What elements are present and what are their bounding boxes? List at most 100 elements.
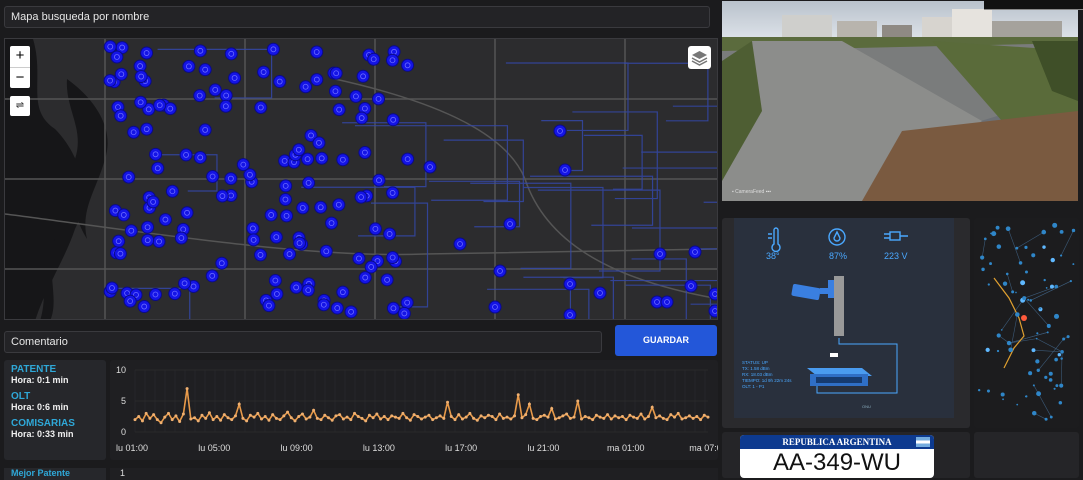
camera-location-marker[interactable] bbox=[337, 154, 349, 166]
camera-location-marker[interactable] bbox=[494, 265, 506, 277]
route-toggle-button[interactable]: ⇌ bbox=[10, 96, 30, 116]
camera-location-marker[interactable] bbox=[125, 225, 137, 237]
search-input[interactable]: Mapa busqueda por nombre bbox=[4, 6, 710, 28]
camera-location-marker[interactable] bbox=[104, 75, 116, 87]
camera-location-marker[interactable] bbox=[128, 126, 140, 138]
camera-location-marker[interactable] bbox=[199, 124, 211, 136]
camera-location-marker[interactable] bbox=[271, 288, 283, 300]
camera-location-marker[interactable] bbox=[685, 280, 697, 292]
camera-location-marker[interactable] bbox=[141, 47, 153, 59]
camera-location-marker[interactable] bbox=[387, 302, 399, 314]
camera-location-marker[interactable] bbox=[365, 261, 377, 273]
camera-location-marker[interactable] bbox=[225, 173, 237, 185]
camera-location-marker[interactable] bbox=[333, 104, 345, 116]
camera-location-marker[interactable] bbox=[353, 252, 365, 264]
camera-location-marker[interactable] bbox=[654, 248, 666, 260]
camera-location-marker[interactable] bbox=[123, 171, 135, 183]
camera-location-marker[interactable] bbox=[294, 237, 306, 249]
camera-location-marker[interactable] bbox=[166, 185, 178, 197]
camera-location-marker[interactable] bbox=[387, 114, 399, 126]
camera-location-marker[interactable] bbox=[263, 300, 275, 312]
camera-location-marker[interactable] bbox=[300, 81, 312, 93]
camera-location-marker[interactable] bbox=[401, 297, 413, 309]
camera-location-marker[interactable] bbox=[255, 101, 267, 113]
camera-location-marker[interactable] bbox=[265, 209, 277, 221]
camera-location-marker[interactable] bbox=[368, 53, 380, 65]
camera-location-marker[interactable] bbox=[284, 248, 296, 260]
camera-location-marker[interactable] bbox=[302, 153, 314, 165]
camera-location-marker[interactable] bbox=[135, 96, 147, 108]
camera-location-marker[interactable] bbox=[554, 125, 566, 137]
camera-location-marker[interactable] bbox=[199, 64, 211, 76]
camera-location-marker[interactable] bbox=[159, 214, 171, 226]
camera-location-marker[interactable] bbox=[248, 234, 260, 246]
camera-location-marker[interactable] bbox=[359, 272, 371, 284]
camera-location-marker[interactable] bbox=[114, 248, 126, 260]
camera-location-marker[interactable] bbox=[106, 282, 118, 294]
camera-location-marker[interactable] bbox=[216, 257, 228, 269]
map-view[interactable] bbox=[4, 38, 718, 320]
camera-location-marker[interactable] bbox=[297, 202, 309, 214]
camera-location-marker[interactable] bbox=[220, 100, 232, 112]
camera-location-marker[interactable] bbox=[355, 191, 367, 203]
camera-location-marker[interactable] bbox=[154, 99, 166, 111]
camera-location-marker[interactable] bbox=[254, 249, 266, 261]
camera-location-marker[interactable] bbox=[381, 274, 393, 286]
camera-location-marker[interactable] bbox=[183, 60, 195, 72]
camera-location-marker[interactable] bbox=[709, 305, 718, 317]
camera-location-marker[interactable] bbox=[113, 235, 125, 247]
camera-location-marker[interactable] bbox=[153, 235, 165, 247]
camera-location-marker[interactable] bbox=[373, 174, 385, 186]
camera-location-marker[interactable] bbox=[293, 144, 305, 156]
camera-location-marker[interactable] bbox=[149, 288, 161, 300]
camera-location-marker[interactable] bbox=[489, 301, 501, 313]
camera-location-marker[interactable] bbox=[141, 123, 153, 135]
camera-location-marker[interactable] bbox=[369, 223, 381, 235]
camera-location-marker[interactable] bbox=[313, 137, 325, 149]
camera-location-marker[interactable] bbox=[279, 193, 291, 205]
camera-location-marker[interactable] bbox=[689, 246, 701, 258]
save-button[interactable]: GUARDAR bbox=[615, 325, 717, 356]
zoom-out-button[interactable]: − bbox=[10, 67, 30, 88]
camera-location-marker[interactable] bbox=[594, 287, 606, 299]
camera-location-marker[interactable] bbox=[384, 228, 396, 240]
camera-location-marker[interactable] bbox=[564, 309, 576, 320]
camera-location-marker[interactable] bbox=[350, 90, 362, 102]
camera-location-marker[interactable] bbox=[152, 162, 164, 174]
camera-location-marker[interactable] bbox=[424, 161, 436, 173]
camera-location-marker[interactable] bbox=[115, 68, 127, 80]
camera-location-marker[interactable] bbox=[564, 278, 576, 290]
camera-location-marker[interactable] bbox=[329, 85, 341, 97]
camera-location-marker[interactable] bbox=[267, 43, 279, 55]
camera-location-marker[interactable] bbox=[402, 153, 414, 165]
camera-location-marker[interactable] bbox=[181, 207, 193, 219]
network-graph-panel[interactable] bbox=[974, 218, 1079, 428]
camera-location-marker[interactable] bbox=[290, 281, 302, 293]
camera-location-marker[interactable] bbox=[331, 302, 343, 314]
camera-location-marker[interactable] bbox=[661, 296, 673, 308]
camera-location-marker[interactable] bbox=[194, 90, 206, 102]
camera-location-marker[interactable] bbox=[373, 93, 385, 105]
comment-input[interactable]: Comentario bbox=[4, 331, 602, 353]
camera-location-marker[interactable] bbox=[142, 234, 154, 246]
layers-button[interactable] bbox=[688, 46, 711, 69]
camera-location-marker[interactable] bbox=[316, 152, 328, 164]
camera-location-marker[interactable] bbox=[386, 54, 398, 66]
camera-location-marker[interactable] bbox=[147, 196, 159, 208]
camera-location-marker[interactable] bbox=[402, 59, 414, 71]
camera-location-marker[interactable] bbox=[237, 159, 249, 171]
camera-location-marker[interactable] bbox=[311, 74, 323, 86]
camera-location-marker[interactable] bbox=[206, 270, 218, 282]
camera-location-marker[interactable] bbox=[315, 201, 327, 213]
camera-location-marker[interactable] bbox=[207, 171, 219, 183]
camera-location-marker[interactable] bbox=[559, 164, 571, 176]
camera-location-marker[interactable] bbox=[311, 46, 323, 58]
camera-location-marker[interactable] bbox=[115, 110, 127, 122]
camera-location-marker[interactable] bbox=[274, 76, 286, 88]
camera-location-marker[interactable] bbox=[398, 307, 410, 319]
camera-location-marker[interactable] bbox=[150, 148, 162, 160]
camera-location-marker[interactable] bbox=[345, 306, 357, 318]
camera-location-marker[interactable] bbox=[356, 112, 368, 124]
camera-feed[interactable]: ▪ CameraFeed ▪▪▪ bbox=[722, 1, 1078, 201]
top-tab[interactable] bbox=[984, 0, 1083, 10]
